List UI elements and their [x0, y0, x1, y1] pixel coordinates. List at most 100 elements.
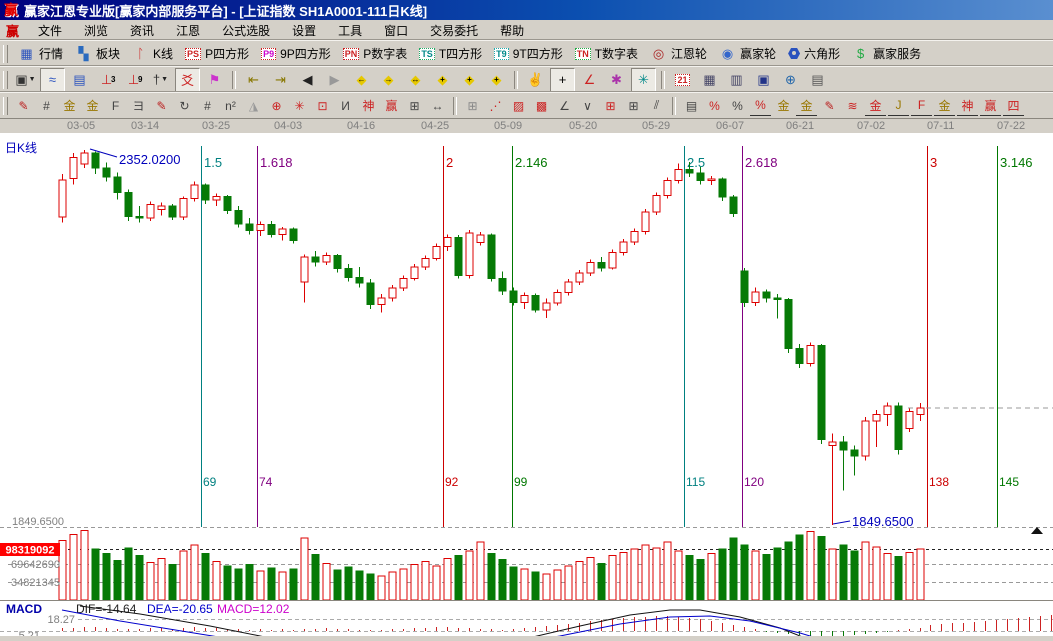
- angle-a-tool-button[interactable]: ◮: [243, 96, 264, 116]
- num-grid-tool-button[interactable]: ⊞: [404, 96, 425, 116]
- diamond-expand-2-button[interactable]: ◆+: [457, 68, 482, 92]
- print-tool-button[interactable]: ▤: [805, 68, 830, 92]
- flag-tool-button[interactable]: ⚑: [202, 68, 227, 92]
- diamond-expand-3-button[interactable]: ◆+: [484, 68, 509, 92]
- si-angle-tool-button[interactable]: 四: [1003, 95, 1024, 116]
- quote-button[interactable]: ▦行情: [12, 43, 69, 64]
- bars-percent-tool-button[interactable]: ▤: [681, 96, 702, 116]
- grid-red-tool-button[interactable]: ⊞: [600, 96, 621, 116]
- notes-tool-button[interactable]: ▥: [724, 68, 749, 92]
- app-logo-icon: 赢: [4, 0, 18, 20]
- grid-ruler-button[interactable]: #: [36, 96, 57, 116]
- menu-help[interactable]: 帮助: [489, 20, 535, 41]
- menu-file[interactable]: 文件: [27, 20, 73, 41]
- hand-tool-button[interactable]: ✌: [523, 68, 548, 92]
- strike-percent-tool-button[interactable]: %: [704, 96, 725, 116]
- window-split-button[interactable]: ▣▼: [13, 68, 38, 92]
- menu-browse[interactable]: 浏览: [73, 20, 119, 41]
- crosshair-tool-button[interactable]: +: [550, 68, 575, 92]
- wave-marks-tool-button[interactable]: И: [335, 96, 356, 116]
- time-ruler-button[interactable]: ヨ: [128, 96, 149, 116]
- winner-service-button[interactable]: $赢家服务: [846, 43, 927, 64]
- percent-tool-button[interactable]: %: [727, 96, 748, 116]
- shen-angle-tool-button[interactable]: 神: [957, 95, 978, 116]
- svg-text:115: 115: [686, 475, 705, 489]
- next-page-button[interactable]: ▶: [322, 68, 347, 92]
- percent-lines-tool-button[interactable]: %: [750, 95, 771, 116]
- gann-wheel-button[interactable]: ◎江恩轮: [644, 43, 713, 64]
- j-angle-tool-button[interactable]: J: [888, 95, 909, 116]
- circle-cross-tool-button[interactable]: ⊕: [266, 96, 287, 116]
- p-number-table-button[interactable]: PNP数字表: [337, 43, 414, 64]
- gold-angle-tool-button[interactable]: 金: [934, 95, 955, 116]
- menu-formula-stock-pick[interactable]: 公式选股: [211, 20, 281, 41]
- wave-percent-tool-button[interactable]: ≋: [842, 96, 863, 116]
- save-tool-button[interactable]: ▣: [751, 68, 776, 92]
- shen-grid-tool-button[interactable]: 神: [358, 96, 379, 116]
- 9p-square-button[interactable]: P99P四方形: [255, 43, 337, 64]
- brush-tool-button[interactable]: ✎: [13, 96, 34, 116]
- date-axis: 03-0503-1403-2504-0304-1604-2505-0905-20…: [0, 118, 1053, 133]
- gold-ruler-2-button[interactable]: 金: [82, 96, 103, 116]
- fan-lines-tool-button[interactable]: ⋰: [485, 96, 506, 116]
- kline-chart-svg[interactable]: 1.5691.618742922.146992.51152.6181203138…: [0, 133, 1053, 636]
- grid-black-tool-button[interactable]: ⊞: [623, 96, 644, 116]
- first-page-button[interactable]: ⇤: [241, 68, 266, 92]
- world-clock-tool-button[interactable]: ⊕: [778, 68, 803, 92]
- pen-ruler-button[interactable]: ✎: [151, 96, 172, 116]
- zigzag-tool-button[interactable]: ≈: [40, 68, 65, 92]
- diamond-leftright-button[interactable]: ◆↔: [403, 68, 428, 92]
- f-ruler-button[interactable]: F: [105, 96, 126, 116]
- ying-grid-tool-button[interactable]: 赢: [381, 96, 402, 116]
- last-page-button[interactable]: ⇥: [268, 68, 293, 92]
- angle-lines-tool-button[interactable]: ∠: [554, 96, 575, 116]
- cycle-tool-button[interactable]: ↻: [174, 96, 195, 116]
- diamond-right-button[interactable]: ◆→: [376, 68, 401, 92]
- ying-angle-tool-button[interactable]: 赢: [980, 95, 1001, 116]
- menu-window[interactable]: 窗口: [373, 20, 419, 41]
- menu-trade-entrust[interactable]: 交易委托: [419, 20, 489, 41]
- box-tool-button[interactable]: ⊞: [462, 96, 483, 116]
- chart-area[interactable]: 日K线 1.5691.618742922.146992.51152.618120…: [0, 133, 1053, 636]
- diamond-expand-1-button[interactable]: ◆+: [430, 68, 455, 92]
- p-square-button[interactable]: PSP四方形: [179, 43, 255, 64]
- check-lines-tool-button[interactable]: ∨: [577, 96, 598, 116]
- slant-lines-tool-button[interactable]: ⫽: [646, 96, 667, 116]
- calendar-tool-button[interactable]: 21: [670, 68, 695, 92]
- box-grid-tool-button[interactable]: ⊡: [312, 96, 333, 116]
- chart-3-button[interactable]: ⊥3: [94, 68, 119, 92]
- hexagon-button[interactable]: 六角形: [782, 43, 846, 64]
- hatch-box-tool-button[interactable]: ▨: [508, 96, 529, 116]
- span-arrows-tool-button[interactable]: ↔: [427, 96, 448, 116]
- angle-measure-tool-button[interactable]: ∠: [577, 68, 602, 92]
- menu-gann[interactable]: 江恩: [165, 20, 211, 41]
- winner-wheel-button[interactable]: ◉赢家轮: [713, 43, 782, 64]
- gold-lines-tool-button[interactable]: 金: [796, 95, 817, 116]
- gann-marker-button[interactable]: 爻: [175, 68, 200, 92]
- menu-news[interactable]: 资讯: [119, 20, 165, 41]
- plain-ruler-button[interactable]: #: [197, 96, 218, 116]
- gold-ruler-1-button[interactable]: 金: [59, 96, 80, 116]
- pen-flag-tool-button[interactable]: ✎: [819, 96, 840, 116]
- chart-9-button[interactable]: ⊥9: [121, 68, 146, 92]
- calculator-tool-button[interactable]: ▦: [697, 68, 722, 92]
- prev-page-button[interactable]: ◀: [295, 68, 320, 92]
- f-angle-tool-button[interactable]: F: [911, 95, 932, 116]
- t-square-button[interactable]: TST四方形: [413, 43, 488, 64]
- flower-tool-button[interactable]: ✱: [604, 68, 629, 92]
- candle-style-button[interactable]: †▼: [148, 68, 173, 92]
- menu-settings[interactable]: 设置: [281, 20, 327, 41]
- gold-lines-red-tool-button[interactable]: 金: [865, 95, 886, 116]
- sector-button[interactable]: ▚板块: [69, 43, 126, 64]
- star-grid-tool-button[interactable]: ✳: [289, 96, 310, 116]
- kline-button[interactable]: ᛚK线: [126, 43, 179, 64]
- info-panel-button[interactable]: ▤: [67, 68, 92, 92]
- network-tool-button[interactable]: ✳: [631, 68, 656, 92]
- menu-tools[interactable]: 工具: [327, 20, 373, 41]
- 9t-square-button[interactable]: T99T四方形: [488, 43, 569, 64]
- diamond-left-button[interactable]: ◆←: [349, 68, 374, 92]
- weave-box-tool-button[interactable]: ▩: [531, 96, 552, 116]
- gold-circle-tool-button[interactable]: 金: [773, 96, 794, 116]
- n2-ruler-button[interactable]: n²: [220, 96, 241, 116]
- t-number-table-button[interactable]: TNT数字表: [569, 43, 644, 64]
